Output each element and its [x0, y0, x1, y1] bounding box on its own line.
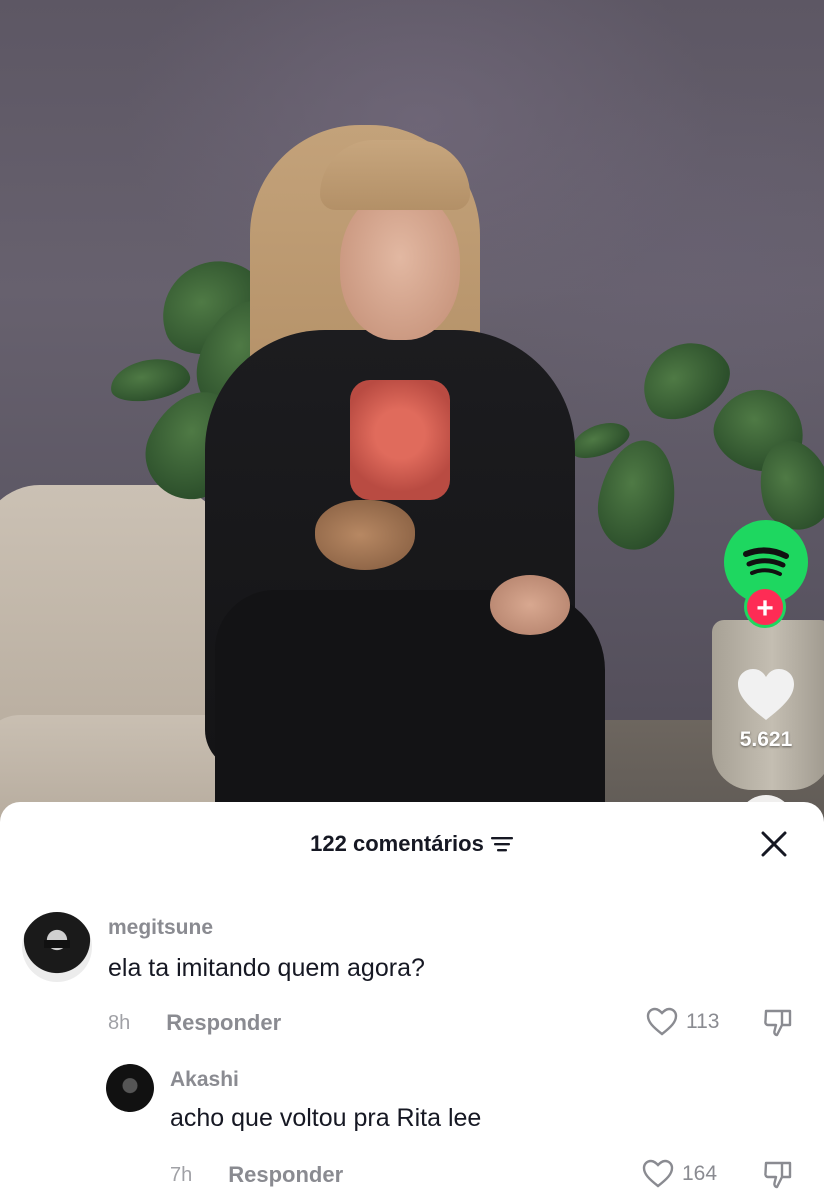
person-shirt [350, 380, 450, 500]
comment-body: Akashi acho que voltou pra Rita lee [170, 1068, 481, 1133]
comment-time: 8h [108, 1011, 131, 1034]
close-button[interactable] [752, 822, 796, 866]
comment-text: acho que voltou pra Rita lee [170, 1104, 482, 1132]
comments-count: 122 comentários [310, 831, 484, 856]
video-like-count: 5.621 [739, 728, 793, 751]
spotify-icon [743, 547, 789, 576]
comment-time: 7h [170, 1163, 193, 1186]
video-player[interactable] [0, 0, 824, 830]
thumbs-down-icon [764, 1161, 792, 1189]
comments-sheet: 122 comentários megitsune ela ta imitand… [0, 802, 824, 1200]
avatar[interactable] [106, 1064, 154, 1112]
comment-username[interactable]: Akashi [170, 1068, 481, 1092]
comments-title[interactable]: 122 comentários [310, 831, 514, 857]
sort-icon [490, 837, 513, 852]
heart-outline-icon [646, 1007, 678, 1036]
comment-like-count: 164 [682, 1162, 718, 1185]
comment-text: ela ta imitando quem agora? [108, 954, 425, 982]
reply-button[interactable]: Responder [228, 1162, 343, 1188]
heart-outline-icon [642, 1159, 674, 1188]
heart-icon [738, 669, 794, 720]
video-like-button[interactable]: 5.621 [726, 668, 806, 768]
thumbs-down-icon [764, 1009, 792, 1037]
person-bangs [320, 140, 470, 210]
comment-body: megitsune ela ta imitando quem agora? [108, 916, 425, 983]
comment-item: megitsune ela ta imitando quem agora? [22, 912, 425, 983]
comment-meta: 8h Responder [108, 1010, 281, 1036]
reply-item: Akashi acho que voltou pra Rita lee [106, 1062, 481, 1133]
person-hands [490, 575, 570, 635]
comment-meta: 7h Responder [170, 1162, 343, 1188]
dog [315, 500, 415, 570]
avatar[interactable] [22, 912, 92, 982]
comments-header: 122 comentários [0, 802, 824, 886]
reply-button[interactable]: Responder [166, 1010, 281, 1036]
avatar-mask [44, 940, 70, 948]
dislike-button[interactable] [762, 1007, 794, 1044]
comment-like-count: 113 [686, 1010, 720, 1033]
close-icon [761, 831, 787, 857]
comment-like-button[interactable]: 113 [646, 1007, 719, 1037]
comment-like-button[interactable]: 164 [642, 1159, 717, 1189]
comment-username[interactable]: megitsune [108, 916, 425, 940]
add-sound-button[interactable]: + [744, 586, 786, 628]
dislike-button[interactable] [762, 1159, 794, 1196]
person-face [340, 190, 460, 340]
